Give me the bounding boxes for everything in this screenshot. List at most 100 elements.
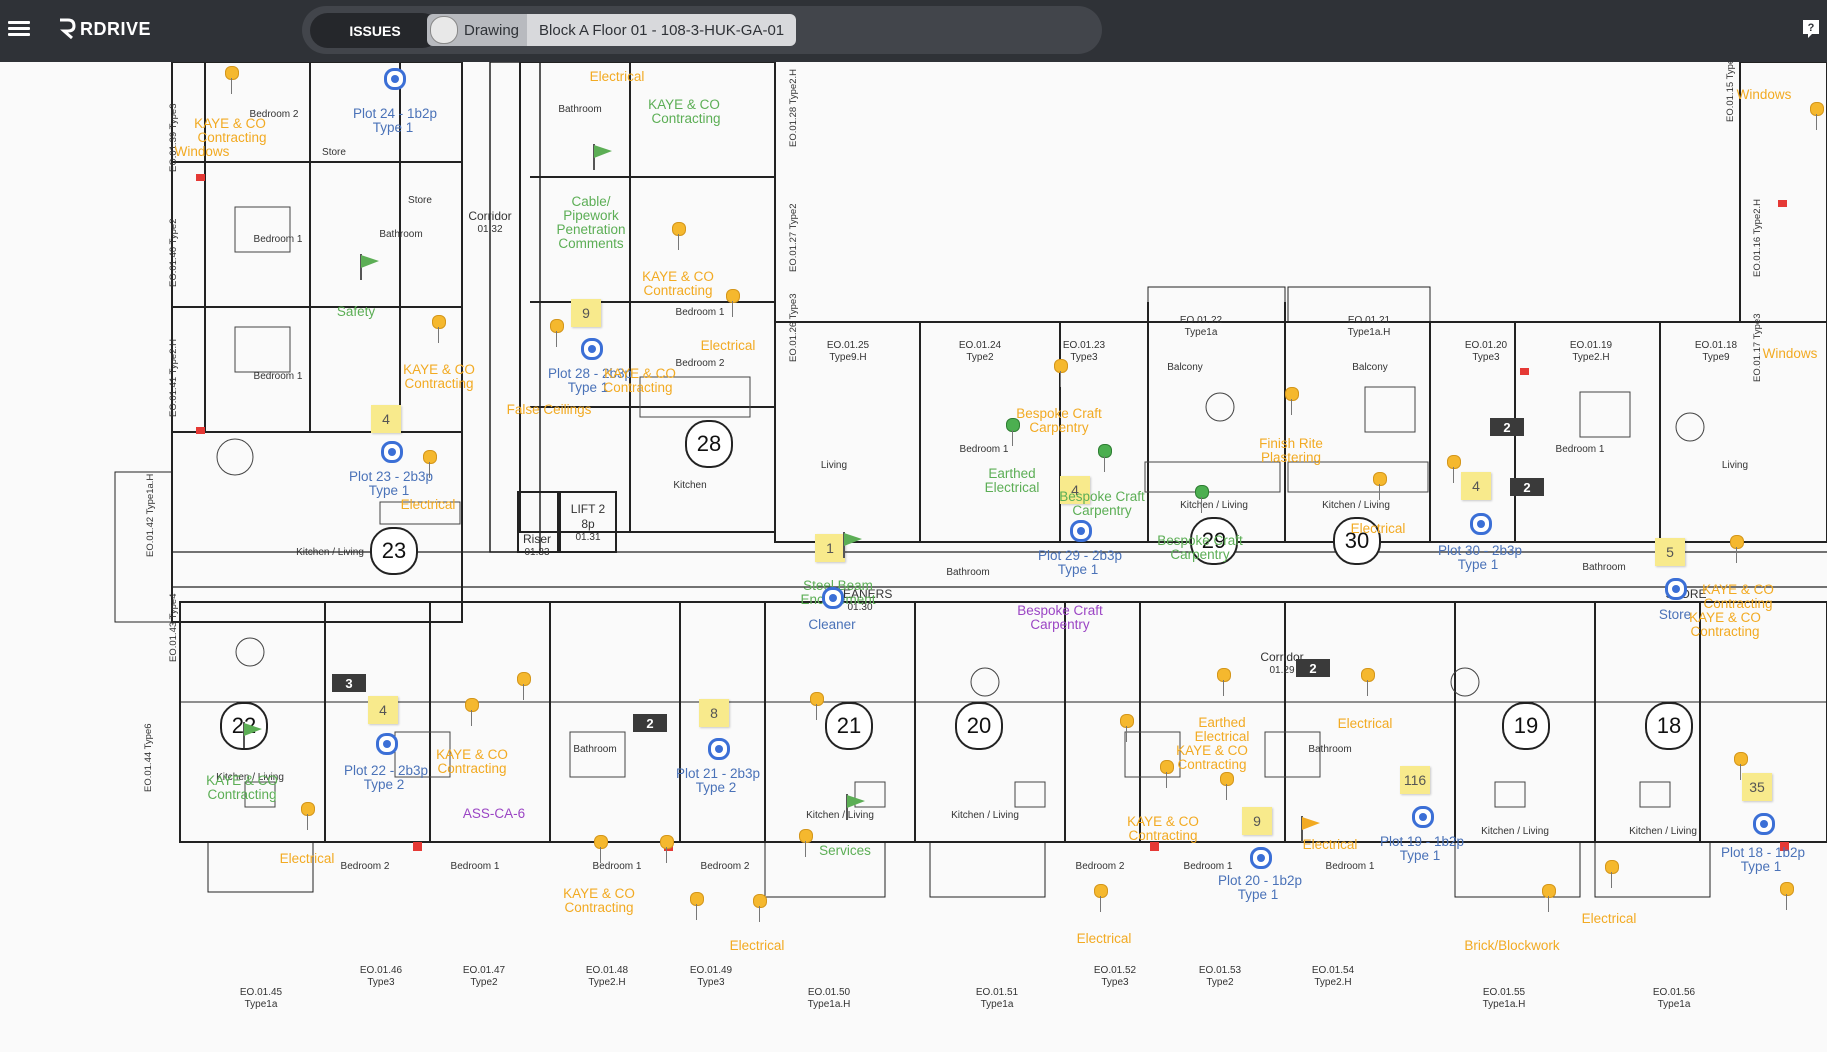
issue-pin[interactable]: [432, 315, 446, 343]
issue-pin[interactable]: [1285, 387, 1299, 415]
note-marker[interactable]: 8: [699, 699, 729, 727]
room-kitchen-living: Kitchen / Living: [951, 810, 1019, 821]
unit-number-29: 29: [1190, 517, 1238, 565]
issue-pin[interactable]: [1605, 860, 1619, 888]
issue-pin[interactable]: [225, 66, 239, 94]
drawing-selector[interactable]: Drawing Block A Floor 01 - 108-3-HUK-GA-…: [427, 14, 797, 46]
issue-pin[interactable]: [753, 894, 767, 922]
count-tag[interactable]: 2: [1510, 478, 1544, 496]
issues-button[interactable]: ISSUES: [310, 13, 440, 48]
logo[interactable]: RDRIVE: [58, 18, 151, 40]
room-living: Living: [1721, 460, 1749, 471]
issue-pin[interactable]: [1054, 359, 1068, 387]
note-marker[interactable]: 4: [1461, 472, 1491, 500]
issue-pin[interactable]: [517, 672, 531, 700]
flag-icon[interactable]: [357, 252, 383, 282]
unit-code-vertical: EO.01.39 Type3: [168, 103, 179, 173]
issue-pin[interactable]: [423, 450, 437, 478]
issue-pin[interactable]: [672, 222, 686, 250]
unit-code: EO.01.49: [689, 965, 733, 976]
unit-number-28: 28: [685, 420, 733, 468]
location-marker[interactable]: [708, 738, 730, 760]
issue-pin[interactable]: [1098, 444, 1112, 472]
note-marker[interactable]: 35: [1742, 773, 1772, 801]
room-bathroom: Bathroom: [1308, 744, 1352, 755]
help-icon[interactable]: ?: [1801, 18, 1821, 40]
issue-pin[interactable]: [1094, 884, 1108, 912]
note-marker[interactable]: 9: [1242, 807, 1272, 835]
note-marker[interactable]: 4: [1060, 476, 1090, 504]
room-bedroom2: Bedroom 2: [1075, 861, 1125, 872]
unit-code-vertical: EO.01.43 Type4: [168, 593, 179, 663]
issue-pin[interactable]: [1810, 102, 1824, 130]
issue-pin[interactable]: [594, 835, 608, 863]
corridor-label: Corridor: [468, 209, 512, 223]
lift-label: LIFT 2: [570, 502, 606, 516]
location-marker[interactable]: [376, 733, 398, 755]
note-marker[interactable]: 9: [571, 299, 601, 327]
flag-icon[interactable]: [240, 720, 266, 750]
note-marker[interactable]: 116: [1400, 766, 1430, 794]
issue-pin[interactable]: [550, 319, 564, 347]
issue-pin[interactable]: [1195, 485, 1209, 513]
issue-pin[interactable]: [660, 835, 674, 863]
unit-type: Type2.H: [588, 977, 626, 988]
issue-pin[interactable]: [1373, 472, 1387, 500]
location-marker[interactable]: [1470, 513, 1492, 535]
issue-pin[interactable]: [1217, 668, 1231, 696]
issue-pin[interactable]: [1780, 882, 1794, 910]
issue-pin[interactable]: [1542, 884, 1556, 912]
unit-number-30: 30: [1333, 517, 1381, 565]
issue-pin[interactable]: [1160, 760, 1174, 788]
location-marker[interactable]: [822, 587, 844, 609]
room-bathroom: Bathroom: [573, 744, 617, 755]
drawing-canvas[interactable]: 23 28 29 30 22 21 20 19 18 Corridor 01.3…: [0, 62, 1827, 1052]
location-marker[interactable]: [1753, 813, 1775, 835]
note-marker[interactable]: 5: [1655, 538, 1685, 566]
unit-type: Type3: [1070, 352, 1098, 363]
flag-icon[interactable]: [840, 530, 866, 560]
unit-code-vertical: EO.01.17 Type3: [1752, 313, 1763, 383]
issue-pin[interactable]: [1447, 455, 1461, 483]
room-bathroom: Bathroom: [1582, 562, 1626, 573]
location-marker[interactable]: [384, 68, 406, 90]
riser-code: 01.33: [524, 547, 550, 558]
flag-icon[interactable]: [843, 792, 869, 822]
issue-pin[interactable]: [799, 829, 813, 857]
note-marker[interactable]: 4: [368, 696, 398, 724]
issue-pin[interactable]: [726, 289, 740, 317]
unit-code-vertical: EO.01.16 Type2.H: [1752, 199, 1763, 277]
count-tag[interactable]: 3: [332, 674, 366, 692]
issue-pin[interactable]: [690, 892, 704, 920]
location-marker[interactable]: [1070, 520, 1092, 542]
count-tag[interactable]: 2: [1296, 659, 1330, 677]
room-kitchen-living: Kitchen / Living: [296, 547, 364, 558]
count-tag[interactable]: 2: [1490, 418, 1524, 436]
room-bedroom: Bedroom 1: [959, 444, 1009, 455]
location-marker[interactable]: [1250, 847, 1272, 869]
drawing-toolbar: ISSUES Drawing Block A Floor 01 - 108-3-…: [302, 6, 1102, 54]
location-marker[interactable]: [581, 338, 603, 360]
flag-icon[interactable]: [590, 142, 616, 172]
issue-pin[interactable]: [465, 698, 479, 726]
issue-pin[interactable]: [301, 802, 315, 830]
issue-pin[interactable]: [1734, 752, 1748, 780]
top-bar: RDRIVE ISSUES Drawing Block A Floor 01 -…: [0, 0, 1827, 62]
note-marker[interactable]: 4: [371, 405, 401, 433]
issue-pin[interactable]: [1361, 668, 1375, 696]
flag-icon[interactable]: [1298, 814, 1324, 844]
count-tag[interactable]: 2: [633, 714, 667, 732]
issue-pin[interactable]: [1220, 772, 1234, 800]
hamburger-icon[interactable]: [8, 18, 30, 42]
issue-pin[interactable]: [1006, 418, 1020, 446]
room-balcony: Balcony: [1352, 362, 1388, 373]
location-marker[interactable]: [1665, 578, 1687, 600]
issue-pin[interactable]: [1730, 535, 1744, 563]
unit-type: Type2: [470, 977, 498, 988]
location-marker[interactable]: [1412, 806, 1434, 828]
issue-pin[interactable]: [810, 692, 824, 720]
issue-pin[interactable]: [1120, 714, 1134, 742]
room-bedroom1: Bedroom 1: [675, 307, 725, 318]
unit-code-vertical: EO.01.44 Type6: [143, 723, 154, 793]
location-marker[interactable]: [381, 441, 403, 463]
